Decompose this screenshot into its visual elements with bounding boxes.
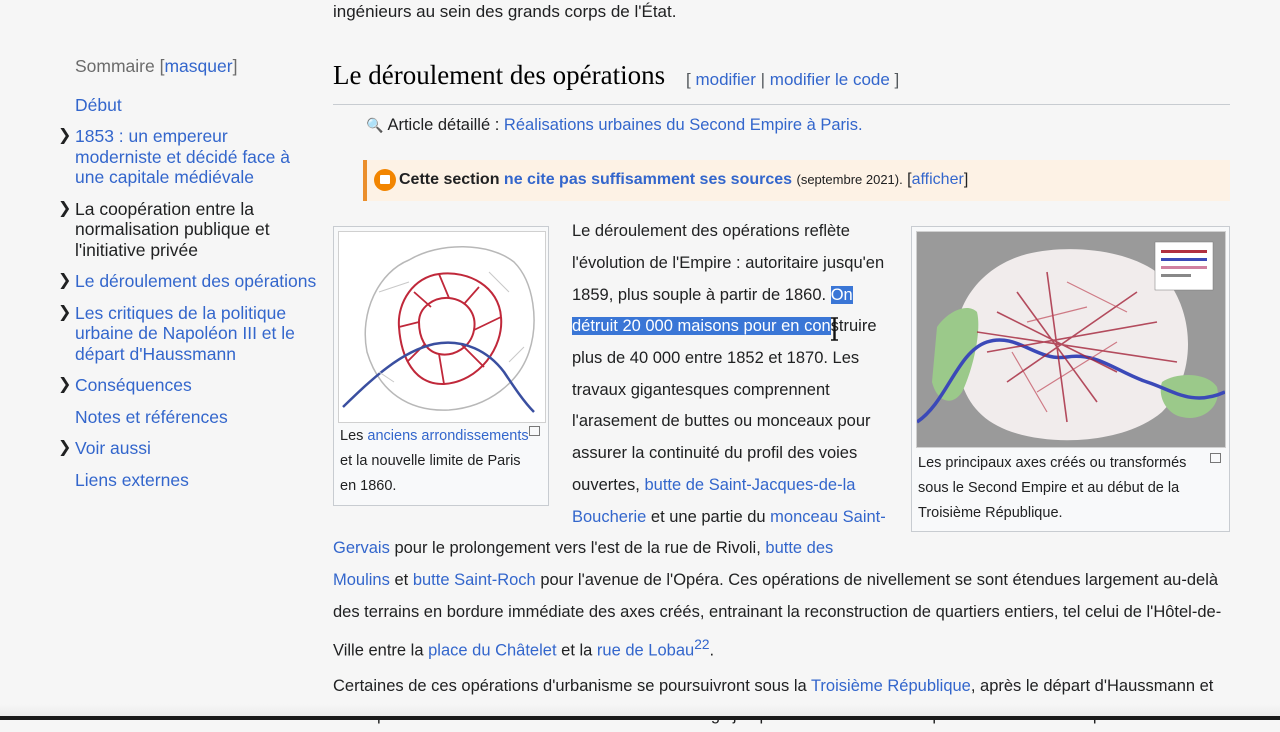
caption-text: Les: [340, 428, 364, 444]
body-text: et la: [561, 641, 593, 660]
warning-date: (septembre 2021).: [796, 172, 903, 187]
arrondissements-map-svg: [342, 246, 535, 413]
show-link[interactable]: afficher: [912, 171, 964, 188]
toc-item-consequences[interactable]: ❯ Conséquences: [58, 375, 318, 396]
toc-item-critiques[interactable]: ❯ Les critiques de la politique urbaine …: [58, 303, 318, 365]
chevron-right-icon[interactable]: ❯: [58, 271, 71, 292]
caption-text: et la nouvelle limite de Paris en 1860.: [340, 453, 521, 494]
body-text: , après le départ d'Haussmann et: [970, 677, 1214, 695]
warning-link[interactable]: ne cite pas suffisamment ses sources: [504, 171, 792, 188]
link-butte-saint-jacques[interactable]: butte de Saint-Jacques-de-la: [644, 476, 855, 494]
body-line: Ville entre la place du Châtelet et la r…: [333, 629, 714, 667]
figure-axes-map: Les principaux axes créés ou transformés…: [911, 226, 1230, 532]
warning-lead: Cette section: [399, 171, 500, 188]
toc-hide-link[interactable]: masquer: [164, 56, 232, 76]
axes-map-image[interactable]: [915, 231, 1226, 448]
axes-map-svg: [915, 232, 1226, 447]
toc-item-label[interactable]: Conséquences: [75, 375, 192, 395]
magnifier-icon: 🔍: [366, 117, 384, 133]
chevron-right-icon[interactable]: ❯: [58, 438, 71, 459]
body-text: Certaines de ces opérations d'urbanisme …: [333, 677, 807, 695]
heading-divider: [333, 104, 1230, 105]
preceding-paragraph-end: ingénieurs au sein des grands corps de l…: [333, 2, 677, 21]
toc-item-deroulement[interactable]: ❯ Le déroulement des opérations: [58, 271, 318, 292]
body-text: Ville entre la: [333, 641, 424, 660]
body-text: et: [394, 571, 409, 589]
body-line: plus de 40 000 entre 1852 et 1870. Les: [572, 349, 860, 367]
toc-title: Sommaire [masquer]: [75, 56, 238, 76]
edit-links: [ modifier | modifier le code ]: [686, 70, 900, 89]
link-butte-saint-roch[interactable]: butte Saint-Roch: [413, 571, 536, 589]
body-line: Certaines de ces opérations d'urbanisme …: [333, 671, 1213, 703]
body-line: 1859, plus souple à partir de 1860. On: [572, 280, 853, 312]
hatnote-link[interactable]: Réalisations urbaines du Second Empire à…: [504, 116, 863, 134]
toc-item-debut[interactable]: Début: [58, 95, 318, 116]
body-line: l'arasement de buttes ou monceaux pour: [572, 412, 871, 430]
reference-22[interactable]: 22: [694, 637, 709, 652]
enlarge-icon[interactable]: [529, 426, 540, 436]
book-warning-icon: [374, 169, 396, 191]
link-boucherie[interactable]: Boucherie: [572, 508, 646, 526]
toc-item-label[interactable]: Liens externes: [75, 470, 189, 490]
toc-item-liens[interactable]: Liens externes: [58, 470, 318, 491]
chevron-right-icon[interactable]: ❯: [58, 199, 71, 220]
warning-message: Cette section ne cite pas suffisamment s…: [399, 171, 969, 188]
toc-item-voir-aussi[interactable]: ❯ Voir aussi: [58, 438, 318, 459]
edit-code-link[interactable]: modifier le code: [770, 70, 890, 89]
hatnote: 🔍 Article détaillé : Réalisations urbaine…: [366, 116, 863, 135]
selected-text: détruit 20 000 maisons pour en con: [572, 317, 831, 335]
edit-link[interactable]: modifier: [695, 70, 755, 89]
toc-item-1853[interactable]: ❯ 1853 : un empereur moderniste et décid…: [58, 126, 318, 188]
text-cursor-icon: [831, 317, 838, 341]
toc-item-label[interactable]: Le déroulement des opérations: [75, 271, 316, 291]
table-of-contents: Sommaire [masquer] Début ❯ 1853 : un emp…: [58, 56, 318, 501]
body-text: .: [709, 641, 715, 660]
section-heading: Le déroulement des opérations: [333, 60, 666, 90]
body-line: Boucherie et une partie du monceau Saint…: [572, 502, 886, 534]
figure-arrondissements: Les anciens arrondissements et la nouvel…: [333, 226, 549, 506]
toc-item-label[interactable]: Notes et références: [75, 407, 228, 427]
body-text: 1859, plus souple à partir de 1860.: [572, 286, 827, 304]
body-line: assurer la continuité du profil des voie…: [572, 444, 858, 462]
toc-title-text: Sommaire: [75, 56, 155, 76]
sources-warning-box: Cette section ne cite pas suffisamment s…: [363, 160, 1230, 201]
link-butte-des-moulins[interactable]: butte des: [765, 539, 833, 557]
toc-item-label[interactable]: 1853 : un empereur moderniste et décidé …: [75, 126, 290, 187]
body-line: l'évolution de l'Empire : autoritaire ju…: [572, 254, 885, 272]
body-text: ouvertes,: [572, 476, 640, 494]
body-text: et une partie du: [650, 508, 766, 526]
chevron-right-icon[interactable]: ❯: [58, 303, 71, 324]
link-gervais[interactable]: Gervais: [333, 539, 390, 557]
selected-text: On: [830, 286, 853, 304]
chevron-right-icon[interactable]: ❯: [58, 375, 71, 396]
body-line: Gervais pour le prolongement vers l'est …: [333, 533, 833, 565]
toc-item-notes[interactable]: Notes et références: [58, 407, 318, 428]
arrondissements-map-image[interactable]: [338, 231, 546, 423]
figure-caption: Les principaux axes créés ou transformés…: [918, 455, 1187, 521]
bottom-edge: [0, 716, 1280, 720]
body-line: travaux gigantesques comprennent: [572, 381, 830, 399]
enlarge-icon[interactable]: [1210, 453, 1221, 463]
link-monceau-saint-gervais[interactable]: monceau Saint-: [770, 508, 886, 526]
body-line: des terrains en bordure immédiate des ax…: [333, 603, 1222, 621]
toc-item-label[interactable]: Début: [75, 95, 122, 115]
hatnote-prefix: Article détaillé :: [387, 116, 500, 134]
toc-item-label[interactable]: Voir aussi: [75, 438, 151, 458]
body-line: Le déroulement des opérations reflète: [572, 222, 850, 240]
body-text: pour l'avenue de l'Opéra. Ces opérations…: [540, 571, 1219, 589]
link-moulins[interactable]: Moulins: [333, 571, 390, 589]
toc-item-label[interactable]: La coopération entre la normalisation pu…: [75, 199, 270, 260]
toc-item-label[interactable]: Les critiques de la politique urbaine de…: [75, 303, 295, 364]
caption-link-arrondissements[interactable]: anciens arrondissements: [367, 428, 528, 444]
link-rue-de-lobau[interactable]: rue de Lobau: [597, 642, 694, 660]
chevron-right-icon[interactable]: ❯: [58, 126, 71, 147]
link-place-du-chatelet[interactable]: place du Châtelet: [428, 642, 556, 660]
body-line: Moulins et butte Saint-Roch pour l'avenu…: [333, 565, 1218, 597]
body-text: pour le prolongement vers l'est de la ru…: [394, 539, 761, 557]
toc-item-cooperation[interactable]: ❯ La coopération entre la normalisation …: [58, 199, 318, 261]
link-troisieme-republique[interactable]: Troisième République: [811, 677, 971, 695]
figure-caption: Les anciens arrondissements et la nouvel…: [340, 424, 540, 499]
body-line: ouvertes, butte de Saint-Jacques-de-la: [572, 470, 855, 502]
